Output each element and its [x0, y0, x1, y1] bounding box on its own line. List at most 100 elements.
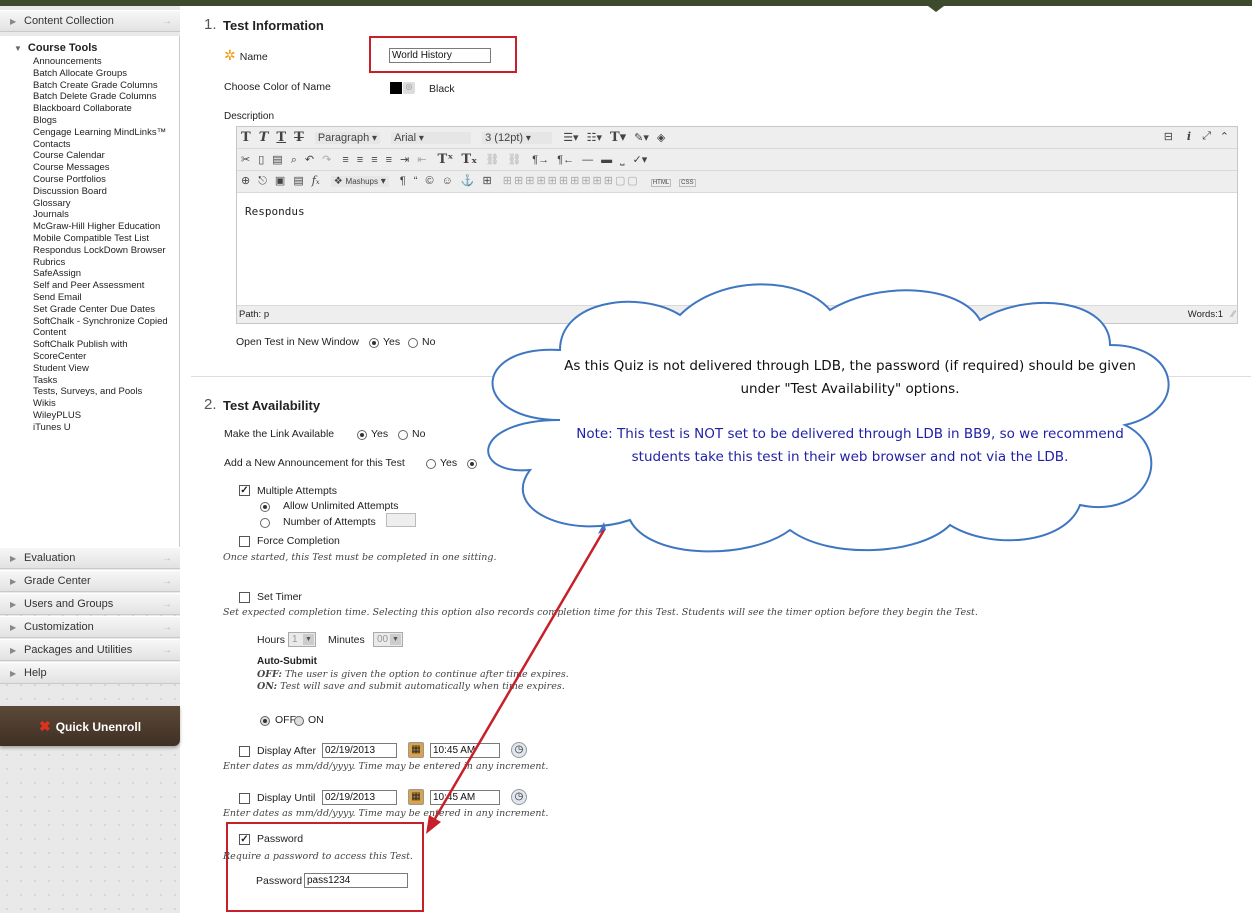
- numbered-list-icon[interactable]: ☷▾: [587, 131, 602, 144]
- underline-t-icon[interactable]: T: [276, 130, 286, 145]
- subscript-icon[interactable]: Tₓ: [461, 152, 477, 167]
- table-tools-icon[interactable]: ⊞⊞⊞⊞⊞⊞⊞⊞⊞⊞▢▢: [503, 174, 640, 187]
- image-icon[interactable]: ▣: [275, 174, 285, 187]
- display-after-date-field[interactable]: 02/19/2013: [322, 743, 397, 758]
- font-dropdown[interactable]: Arial ▾: [391, 132, 472, 144]
- unlimited-attempts-radio[interactable]: [260, 502, 270, 512]
- password-checkbox[interactable]: ✓: [239, 834, 250, 845]
- copyright-icon[interactable]: ©: [425, 175, 433, 187]
- sidebar-tool-item[interactable]: Tests, Surveys, and Pools: [33, 386, 179, 398]
- paragraph-dropdown[interactable]: Paragraph ▾: [314, 132, 380, 144]
- align-left-icon[interactable]: ≡: [342, 154, 348, 166]
- emoticon-icon[interactable]: ☺: [442, 175, 453, 187]
- css-button[interactable]: CSS: [679, 179, 696, 187]
- sidebar-tool-item[interactable]: Set Grade Center Due Dates: [33, 304, 179, 316]
- cut-icon[interactable]: ✂: [241, 153, 250, 166]
- blockquote-icon[interactable]: “: [414, 175, 418, 187]
- announcement-no-radio[interactable]: [467, 459, 477, 469]
- auto-submit-off-radio[interactable]: [260, 716, 270, 726]
- table-icon[interactable]: ⊞: [483, 174, 492, 187]
- minutes-select[interactable]: 00 ▼: [373, 632, 403, 647]
- sidebar-section-grade-center[interactable]: ▶ Grade Center →: [0, 570, 180, 592]
- editor-content[interactable]: Respondus: [245, 205, 305, 218]
- insert-image-icon[interactable]: ⊕: [241, 174, 250, 187]
- undo-icon[interactable]: ↶: [305, 153, 314, 166]
- font-size-dropdown[interactable]: 3 (12pt) ▾: [482, 132, 553, 144]
- calendar-icon[interactable]: ▦: [408, 789, 424, 805]
- sidebar-tool-item[interactable]: Respondus LockDown Browser: [33, 245, 179, 257]
- force-completion-checkbox[interactable]: [239, 536, 250, 547]
- sidebar-section-content-collection[interactable]: ▶ Content Collection →: [0, 10, 180, 32]
- strikethrough-t-icon[interactable]: T: [294, 130, 304, 145]
- sidebar-tool-item[interactable]: Send Email: [33, 292, 179, 304]
- superscript-icon[interactable]: Tˣ: [438, 152, 454, 167]
- italic-t-icon[interactable]: T: [259, 130, 269, 145]
- ltr-icon[interactable]: ¶→: [532, 154, 549, 166]
- sidebar-section-packages-and-utilities[interactable]: ▶ Packages and Utilities →: [0, 639, 180, 661]
- info-icon[interactable]: i: [1187, 130, 1191, 143]
- sidebar-tool-item[interactable]: Mobile Compatible Test List: [33, 233, 179, 245]
- sidebar-tool-item[interactable]: Course Portfolios: [33, 174, 179, 186]
- make-link-no-radio[interactable]: [398, 430, 408, 440]
- indent-icon[interactable]: ⇥: [400, 153, 409, 166]
- sidebar-tool-item[interactable]: Student View: [33, 363, 179, 375]
- sidebar-tool-item[interactable]: iTunes U: [33, 422, 179, 434]
- password-field[interactable]: pass1234: [304, 873, 408, 888]
- display-after-checkbox[interactable]: [239, 746, 250, 757]
- number-attempts-radio[interactable]: [260, 518, 270, 528]
- math-icon[interactable]: fₓ: [312, 174, 320, 187]
- mashups-dropdown[interactable]: ❖ Mashups ▾: [330, 176, 389, 187]
- highlight-pen-icon[interactable]: ✎▾: [634, 131, 649, 144]
- sidebar-tool-item[interactable]: Discussion Board: [33, 186, 179, 198]
- sidebar-section-customization[interactable]: ▶ Customization →: [0, 616, 180, 638]
- open-window-yes-radio[interactable]: [369, 338, 379, 348]
- anchor-icon[interactable]: ⚓: [461, 174, 475, 187]
- sidebar-section-course-tools[interactable]: ▼ Course Tools: [0, 36, 179, 56]
- sidebar-tool-item[interactable]: Self and Peer Assessment: [33, 280, 179, 292]
- sidebar-tool-item[interactable]: McGraw-Hill Higher Education: [33, 221, 179, 233]
- name-field[interactable]: World History: [389, 48, 491, 63]
- text-color-icon[interactable]: T▾: [610, 130, 626, 145]
- sidebar-tool-item[interactable]: Batch Create Grade Columns: [33, 80, 179, 92]
- auto-submit-on-radio[interactable]: [294, 716, 304, 726]
- sidebar-tool-item[interactable]: Tasks: [33, 375, 179, 387]
- redo-icon[interactable]: ↷: [322, 153, 331, 166]
- copy-icon[interactable]: ▯: [258, 153, 264, 166]
- sidebar-tool-item[interactable]: Batch Delete Grade Columns: [33, 91, 179, 103]
- html-button[interactable]: HTML: [650, 179, 672, 187]
- sidebar-tool-item[interactable]: Announcements: [33, 56, 179, 68]
- bold-t-icon[interactable]: T: [241, 130, 251, 145]
- media-icon[interactable]: ▤: [293, 174, 303, 187]
- sidebar-tool-item[interactable]: Glossary: [33, 198, 179, 210]
- sidebar-tool-item[interactable]: Journals: [33, 209, 179, 221]
- sidebar-tool-item[interactable]: Contacts: [33, 139, 179, 151]
- sidebar-tool-item[interactable]: Batch Allocate Groups: [33, 68, 179, 80]
- collapse-toolbar-icon[interactable]: ⌃: [1220, 130, 1229, 143]
- set-timer-checkbox[interactable]: [239, 592, 250, 603]
- sidebar-tool-item[interactable]: Blackboard Collaborate: [33, 103, 179, 115]
- sidebar-tool-item[interactable]: SoftChalk Publish with ScoreCenter: [33, 339, 179, 363]
- align-right-icon[interactable]: ≡: [371, 154, 377, 166]
- clock-icon[interactable]: ◷: [511, 789, 527, 805]
- paragraph-mark-icon[interactable]: ¶: [400, 175, 406, 187]
- quick-unenroll-button[interactable]: ✖ Quick Unenroll: [0, 706, 180, 746]
- sidebar-tool-item[interactable]: Rubrics: [33, 257, 179, 269]
- color-picker-icon[interactable]: ◎: [403, 82, 415, 94]
- attach-file-icon[interactable]: ⎋: [258, 175, 267, 188]
- paste-icon[interactable]: ▤: [272, 153, 282, 166]
- make-link-yes-radio[interactable]: [357, 430, 367, 440]
- fullscreen-icon[interactable]: ⤢: [1202, 130, 1211, 143]
- sidebar-tool-item[interactable]: Course Calendar: [33, 150, 179, 162]
- line-icon[interactable]: ▬: [601, 154, 612, 166]
- sidebar-tool-item[interactable]: SafeAssign: [33, 268, 179, 280]
- number-attempts-field[interactable]: [386, 513, 416, 527]
- sidebar-tool-item[interactable]: Course Messages: [33, 162, 179, 174]
- sidebar-tool-item[interactable]: Cengage Learning MindLinks™: [33, 127, 179, 139]
- display-after-time-field[interactable]: 10:45 AM: [430, 743, 500, 758]
- display-until-date-field[interactable]: 02/19/2013: [322, 790, 397, 805]
- sidebar-tool-item[interactable]: Blogs: [33, 115, 179, 127]
- sidebar-section-help[interactable]: ▶ Help: [0, 662, 180, 684]
- clock-icon[interactable]: ◷: [511, 742, 527, 758]
- display-until-time-field[interactable]: 10:45 AM: [430, 790, 500, 805]
- sidebar-tool-item[interactable]: WileyPLUS: [33, 410, 179, 422]
